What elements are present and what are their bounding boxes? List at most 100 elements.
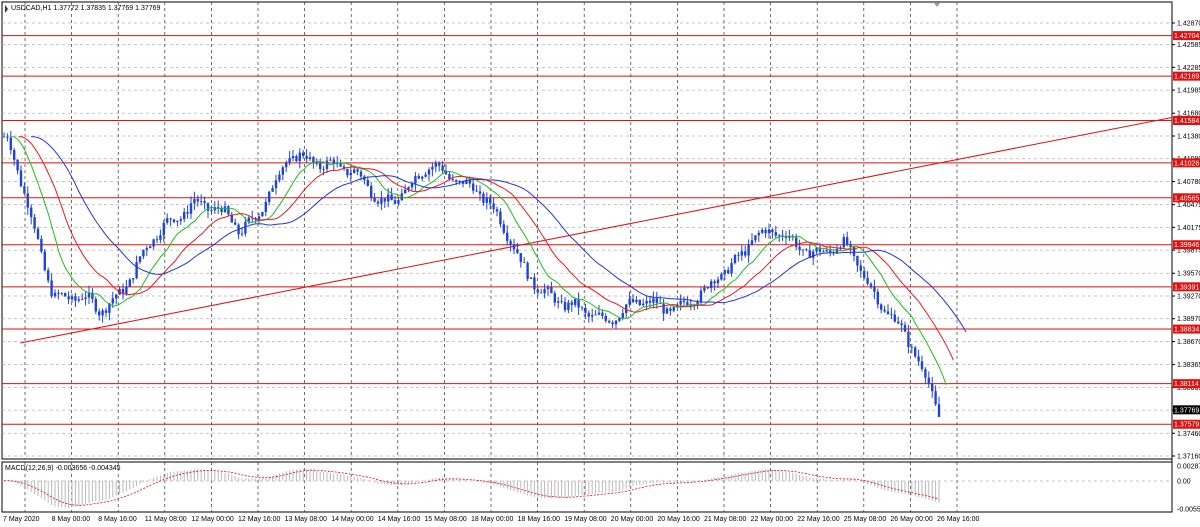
candle-body: [53, 292, 57, 297]
candle-body: [757, 232, 760, 236]
candle-body: [115, 294, 118, 299]
candle-body: [414, 176, 417, 184]
candle-body: [322, 168, 325, 170]
price-tick-label: 1.37460: [1177, 431, 1200, 438]
candle-body: [74, 296, 77, 301]
candle-body: [795, 237, 798, 247]
candle-body: [397, 200, 400, 204]
candle-body: [536, 289, 539, 293]
candle-body: [98, 311, 101, 316]
candle-body: [825, 250, 828, 252]
candle-body: [305, 155, 308, 159]
candle-body: [390, 194, 393, 201]
candle-body: [410, 183, 414, 188]
candle-body: [84, 297, 87, 299]
candle-body: [291, 156, 295, 159]
candle-body: [931, 383, 934, 392]
candle-body: [635, 299, 638, 303]
candle-body: [203, 201, 206, 204]
candle-body: [77, 299, 80, 301]
candle-body: [281, 167, 284, 175]
candle-body: [193, 199, 196, 204]
candle-body: [13, 150, 16, 160]
candle-body: [64, 293, 67, 297]
time-axis: 7 May 2020 8 May 00:00 8 May 16:00 11 May 0…: [3, 516, 980, 523]
candle-body: [703, 287, 706, 291]
candle-body: [611, 322, 614, 325]
candle-body: [438, 163, 441, 166]
symbol-header: USDCAD,H1 1.37772 1.37835 1.37769 1.3776…: [11, 5, 161, 12]
macd-scale-label: 0.00: [1177, 479, 1191, 486]
macd-header: MACD(12,26,9) -0.003656 -0.004345: [5, 465, 121, 472]
trading-chart[interactable]: 1.428701.425851.422851.419851.416801.413…: [0, 0, 1200, 527]
candle-body: [111, 298, 114, 304]
candle-body: [478, 191, 482, 194]
candle-body: [308, 157, 312, 159]
candle-body: [546, 287, 550, 290]
time-axis-label: 12 May 00:00: [191, 516, 234, 523]
candle-body: [383, 198, 386, 202]
candle-body: [614, 320, 618, 325]
candle-body: [455, 180, 458, 182]
candle-body: [366, 179, 369, 186]
candle-body: [138, 256, 142, 262]
price-tick-label: 1.42870: [1177, 21, 1200, 28]
candle-body: [812, 251, 815, 258]
candle-body: [665, 308, 669, 314]
candle-body: [628, 298, 631, 305]
macd-panel[interactable]: [1, 461, 1173, 513]
candle-body: [733, 255, 737, 264]
candle-body: [94, 298, 97, 312]
candle-body: [509, 240, 512, 245]
candle-body: [380, 198, 383, 204]
candle-body: [835, 248, 839, 253]
candle-body: [652, 298, 655, 303]
candle-body: [502, 224, 505, 233]
price-level-tag-label: 1.42169: [1174, 74, 1199, 81]
candle-body: [421, 176, 424, 179]
candle-body: [152, 239, 155, 247]
candle-body: [404, 189, 407, 194]
candle-body: [907, 331, 910, 347]
candle-body: [244, 221, 247, 234]
candle-body: [917, 356, 920, 362]
candle-body: [798, 246, 801, 250]
candle-body: [801, 249, 805, 251]
candle-body: [900, 323, 903, 326]
candle-body: [543, 289, 546, 294]
time-axis-label: 15 May 08:00: [424, 516, 467, 523]
main-panel[interactable]: [1, 1, 1173, 460]
price-tick-label: 1.38670: [1177, 339, 1200, 346]
candle-body: [261, 212, 264, 217]
candle-body: [642, 303, 645, 306]
candle-body: [200, 201, 203, 203]
candle-body: [886, 311, 890, 315]
candle-body: [893, 314, 896, 322]
candle-body: [778, 235, 781, 237]
candle-body: [23, 186, 26, 194]
candle-body: [431, 166, 434, 170]
candle-body: [655, 298, 658, 304]
price-axis: 1.428701.425851.422851.419851.416801.413…: [1172, 21, 1200, 514]
candle-body: [591, 315, 594, 317]
candle-body: [376, 201, 380, 204]
price-tick-label: 1.39570: [1177, 271, 1200, 278]
time-axis-label: 11 May 08:00: [145, 516, 187, 523]
candle-body: [903, 325, 907, 332]
candle-body: [631, 298, 635, 303]
candle-body: [876, 291, 879, 305]
candle-body: [482, 193, 485, 203]
candle-body: [805, 249, 808, 251]
candle-body: [353, 169, 356, 174]
candle-body: [179, 219, 182, 221]
candle-body: [6, 136, 9, 138]
candle-body: [784, 236, 788, 238]
candle-body: [472, 183, 475, 191]
candle-body: [560, 301, 563, 303]
candle-body: [587, 312, 590, 317]
candle-body: [2, 136, 6, 138]
candle-body: [285, 162, 288, 168]
current-price-label: 1.37769: [1174, 407, 1199, 414]
candle-body: [516, 249, 519, 254]
candle-body: [914, 347, 917, 357]
